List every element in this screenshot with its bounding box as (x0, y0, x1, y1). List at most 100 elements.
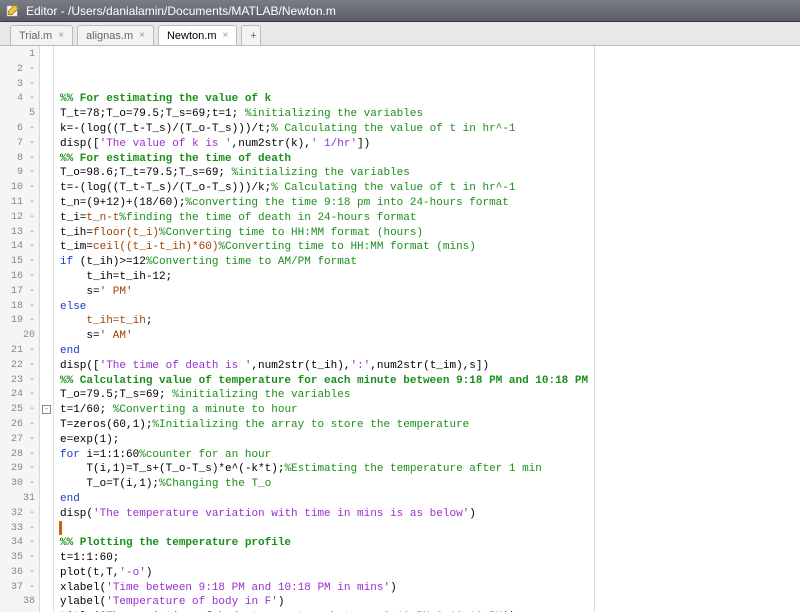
code-line[interactable]: else (60, 300, 800, 315)
code-line[interactable]: t=-(log((T_t-T_s)/(T_o-T_s)))/k;% Calcul… (60, 181, 800, 196)
tab-newton-m[interactable]: Newton.m× (158, 25, 237, 45)
code-line[interactable]: disp(['The time of death is ',num2str(t_… (60, 359, 800, 374)
code-line[interactable]: %% Plotting the temperature profile (60, 536, 800, 551)
code-line[interactable] (60, 522, 800, 537)
code-line[interactable]: t_ih=t_ih; (60, 314, 800, 329)
code-token: disp([ (60, 138, 100, 150)
line-number: 5 (0, 107, 35, 122)
line-number: 14 - (0, 240, 35, 255)
code-line[interactable]: T=zeros(60,1);%Initializing the array to… (60, 418, 800, 433)
code-area[interactable]: %% For estimating the value of kT_t=78;T… (54, 46, 800, 612)
line-number: 9 - (0, 166, 35, 181)
line-number: 19 - (0, 314, 35, 329)
code-token: ) (469, 508, 476, 520)
code-line[interactable]: disp(['The value of k is ',num2str(k),' … (60, 137, 800, 152)
text-cursor (60, 522, 61, 534)
code-line[interactable]: T(i,1)=T_s+(T_o-T_s)*e^(-k*t);%Estimatin… (60, 462, 800, 477)
code-token: t=-(log((T_t-T_s)/(T_o-T_s)))/k; (60, 182, 271, 194)
close-icon[interactable]: × (139, 30, 145, 41)
window-title: Editor - /Users/danialamin/Documents/MAT… (26, 4, 336, 18)
line-number: 33 - (0, 522, 35, 537)
close-icon[interactable]: × (223, 30, 229, 41)
code-token: for (60, 449, 80, 461)
code-token: t=1/60; (60, 404, 113, 416)
code-token: k=-(log((T_t-T_s)/(T_o-T_s)))/t; (60, 123, 271, 135)
line-number: 37 - (0, 581, 35, 596)
code-line[interactable]: ylabel('Temperature of body in F') (60, 595, 800, 610)
code-line[interactable]: t_im=ceil((t_i-t_ih)*60)%Converting time… (60, 240, 800, 255)
line-number: 6 - (0, 122, 35, 137)
code-token: 'Temperature of body in F' (106, 596, 278, 608)
line-number: 26 - (0, 418, 35, 433)
tab-alignas-m[interactable]: alignas.m × (77, 25, 154, 45)
code-token: %initializing the variables (172, 389, 350, 401)
new-tab-button[interactable]: + (241, 25, 261, 45)
code-line[interactable]: t_i=t_n-t%finding the time of death in 2… (60, 211, 800, 226)
code-token: ,num2str(t_ih), (251, 360, 350, 372)
code-token: s= (60, 286, 100, 298)
code-token: ) (146, 567, 153, 579)
code-line[interactable]: end (60, 492, 800, 507)
line-number: 34 - (0, 536, 35, 551)
code-line[interactable]: %% Calculating value of temperature for … (60, 374, 800, 389)
line-number: 7 - (0, 137, 35, 152)
code-token: %initializing the variables (245, 108, 423, 120)
code-token: % Calculating the value of t in hr^-1 (271, 123, 515, 135)
code-line[interactable]: plot(t,T,'-o') (60, 566, 800, 581)
code-token: ; (146, 315, 153, 327)
code-token: T_t=78;T_o=79.5;T_s=69;t=1; (60, 108, 245, 120)
code-line[interactable]: for i=1:1:60%counter for an hour (60, 448, 800, 463)
line-number: 36 - (0, 566, 35, 581)
code-token: %finding the time of death in 24-hours f… (119, 212, 416, 224)
line-number: 21 - (0, 344, 35, 359)
code-line[interactable]: e=exp(1); (60, 433, 800, 448)
code-token: 'The temperature variation with time in … (93, 508, 469, 520)
code-token: ) (390, 582, 397, 594)
code-token: %converting the time 9:18 pm into 24-hou… (185, 197, 508, 209)
line-number: 18 - (0, 300, 35, 315)
code-token: %Converting a minute to hour (113, 404, 298, 416)
code-token: t_n-t (86, 212, 119, 224)
fold-gutter[interactable]: - (40, 46, 54, 612)
code-line[interactable]: T_t=78;T_o=79.5;T_s=69;t=1; %initializin… (60, 107, 800, 122)
close-icon[interactable]: × (58, 30, 64, 41)
code-line[interactable]: xlabel('Time between 9:18 PM and 10:18 P… (60, 581, 800, 596)
code-token (60, 315, 86, 327)
code-token: t_ih= (60, 227, 93, 239)
code-line[interactable]: t_n=(9+12)+(18/60);%converting the time … (60, 196, 800, 211)
tab-label: alignas.m (86, 30, 133, 42)
code-token: 'The value of k is ' (100, 138, 232, 150)
code-line[interactable]: T_o=98.6;T_t=79.5;T_s=69; %initializing … (60, 166, 800, 181)
code-line[interactable]: t_ih=t_ih-12; (60, 270, 800, 285)
code-line[interactable]: disp('The temperature variation with tim… (60, 507, 800, 522)
code-token: ]) (357, 138, 370, 150)
code-line[interactable]: %% For estimating the time of death (60, 152, 800, 167)
tab-label: Trial.m (19, 30, 52, 42)
code-token: %Initializing the array to store the tem… (152, 419, 469, 431)
code-token: else (60, 301, 86, 313)
line-number: 32 - (0, 507, 35, 522)
code-token: T_o=79.5;T_s=69; (60, 389, 172, 401)
code-line[interactable]: t_ih=floor(t_i)%Converting time to HH:MM… (60, 226, 800, 241)
code-token: ,num2str(k), (232, 138, 311, 150)
code-line[interactable]: s=' AM' (60, 329, 800, 344)
code-line[interactable]: end (60, 344, 800, 359)
line-number: 15 - (0, 255, 35, 270)
code-token: end (60, 493, 80, 505)
code-line[interactable]: t=1:1:60; (60, 551, 800, 566)
line-number: 22 - (0, 359, 35, 374)
line-number: 29 - (0, 462, 35, 477)
code-line[interactable]: T_o=79.5;T_s=69; %initializing the varia… (60, 388, 800, 403)
code-line[interactable]: %% For estimating the value of k (60, 92, 800, 107)
code-token: 'The time of death is ' (100, 360, 252, 372)
code-line[interactable]: if (t_ih)>=12%Converting time to AM/PM f… (60, 255, 800, 270)
editor[interactable]: 12 -3 -4 -56 -7 -8 -9 -10 -11 -12 -13 -1… (0, 46, 800, 612)
tab-trial-m[interactable]: Trial.m × (10, 25, 73, 45)
code-line[interactable]: k=-(log((T_t-T_s)/(T_o-T_s)))/t;% Calcul… (60, 122, 800, 137)
code-line[interactable]: t=1/60; %Converting a minute to hour (60, 403, 800, 418)
code-line[interactable]: T_o=T(i,1);%Changing the T_o (60, 477, 800, 492)
fold-toggle[interactable]: - (42, 405, 51, 414)
section-divider (54, 46, 800, 47)
code-line[interactable]: s=' PM' (60, 285, 800, 300)
line-number: 20 (0, 329, 35, 344)
